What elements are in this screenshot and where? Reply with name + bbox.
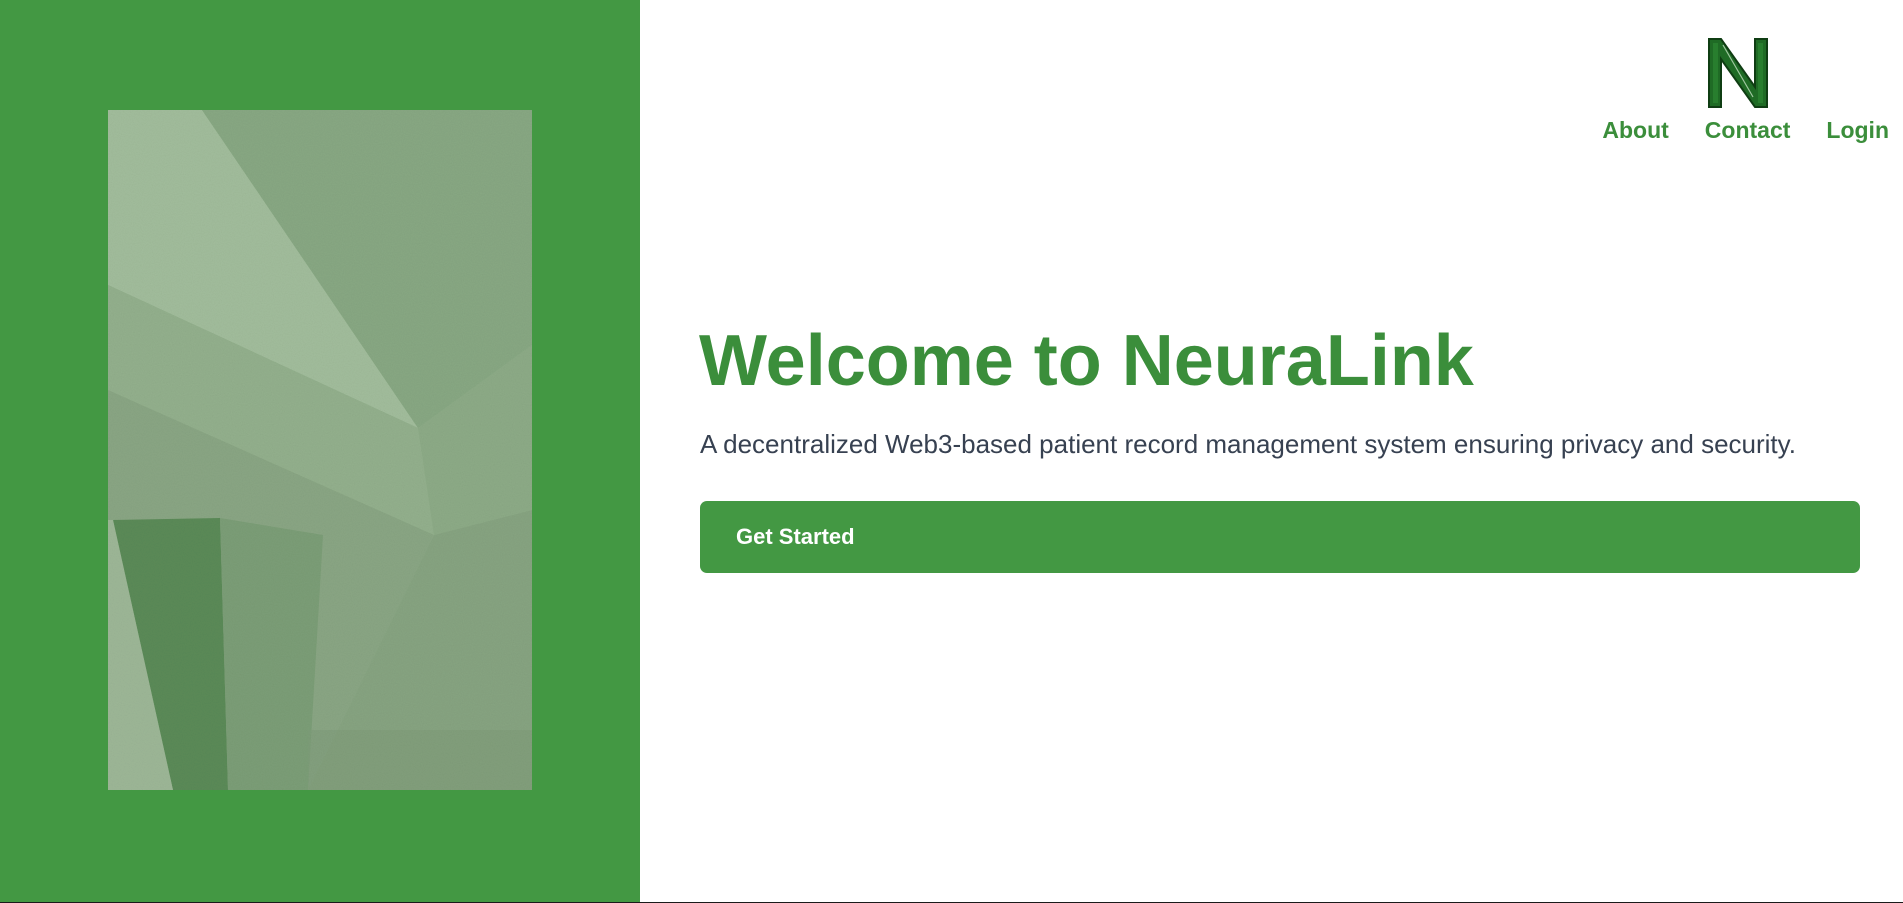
- landing-page: About Contact Login Welcome to NeuraLink…: [0, 0, 1903, 903]
- nav-link-about[interactable]: About: [1602, 116, 1668, 144]
- hero-title: Welcome to NeuraLink: [699, 321, 1474, 401]
- hero-subtitle: A decentralized Web3-based patient recor…: [700, 429, 1796, 459]
- hero-image: [108, 110, 532, 790]
- left-green-panel: [0, 0, 640, 902]
- get-started-button[interactable]: Get Started: [700, 501, 1860, 573]
- nav-link-login[interactable]: Login: [1826, 116, 1889, 144]
- nav-link-contact[interactable]: Contact: [1705, 116, 1791, 144]
- top-navigation: About Contact Login: [1602, 116, 1889, 144]
- n-letter-logo-icon[interactable]: [1705, 35, 1771, 111]
